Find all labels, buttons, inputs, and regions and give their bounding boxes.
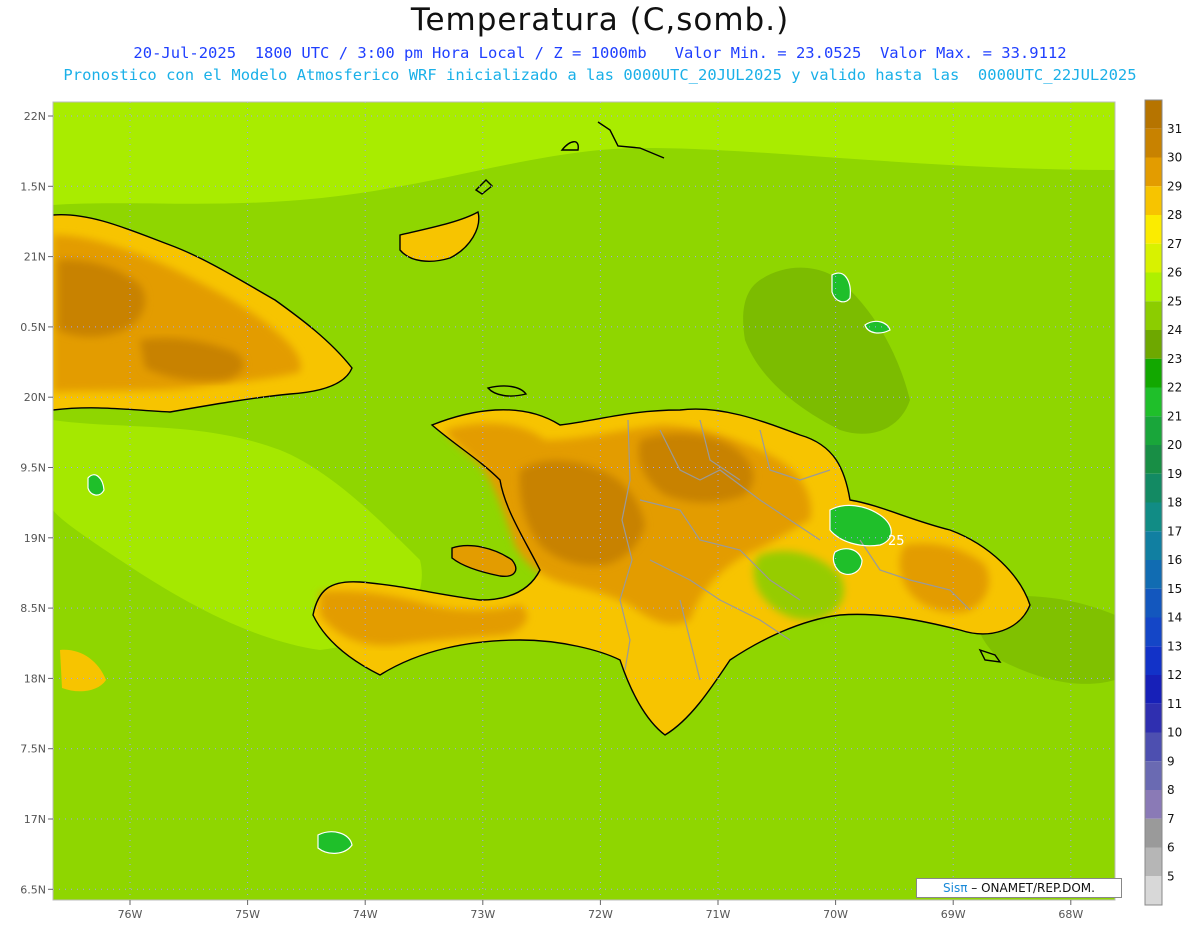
contour-label-25: 25 <box>888 534 905 549</box>
colorbar-swatch <box>1145 215 1162 244</box>
lat-tick-label: 8.5N <box>20 602 46 615</box>
colorbar-label: 25 <box>1167 294 1182 308</box>
colorbar-swatch <box>1145 876 1162 905</box>
colorbar-label: 31 <box>1167 122 1182 136</box>
colorbar-label: 18 <box>1167 496 1182 510</box>
lat-tick-label: 22N <box>24 110 46 123</box>
lat-tick-label: 0.5N <box>20 321 46 334</box>
lat-tick-label: 9.5N <box>20 462 46 475</box>
lat-tick-label: 7.5N <box>20 743 46 756</box>
colorbar-swatch <box>1145 847 1162 877</box>
lon-tick-label: 74W <box>353 908 378 921</box>
colorbar-label: 6 <box>1167 841 1175 855</box>
colorbar-swatch <box>1145 243 1162 273</box>
colorbar-swatch <box>1145 761 1162 790</box>
colorbar-swatch <box>1145 560 1162 589</box>
credit-box: Sisπ – ONAMET/REP.DOM. <box>916 878 1122 898</box>
longitude-axis: 76W 75W 74W 73W 72W 71W 70W 69W 68W <box>118 900 1083 921</box>
brand-logo: Sisπ <box>943 881 968 895</box>
colorbar-label: 16 <box>1167 553 1182 567</box>
colorbar-label: 22 <box>1167 381 1182 395</box>
colorbar-label: 21 <box>1167 409 1182 423</box>
colorbar-swatch <box>1145 502 1162 532</box>
colorbar-swatch <box>1145 675 1162 704</box>
lat-tick-label: 21N <box>24 251 46 264</box>
lat-tick-label: 20N <box>24 391 46 404</box>
colorbar-label: 27 <box>1167 237 1182 251</box>
colorbar-label: 7 <box>1167 812 1175 826</box>
colorbar-label: 12 <box>1167 668 1182 682</box>
temperature-map: 25 22N 1.5N 21N 0.5N 20N 9.5N 19N 8.5N 18N 7.5N 17… <box>20 99 1182 921</box>
colorbar-swatch <box>1145 416 1162 445</box>
colorbar-label: 8 <box>1167 783 1175 797</box>
colorbar-label: 20 <box>1167 438 1182 452</box>
colorbar-label: 15 <box>1167 582 1182 596</box>
lat-tick-label: 6.5N <box>20 883 46 896</box>
colorbar-label: 9 <box>1167 754 1175 768</box>
lon-tick-label: 72W <box>588 908 613 921</box>
colorbar-label: 24 <box>1167 323 1182 337</box>
colorbar-swatch <box>1145 790 1162 819</box>
colorbar-label: 10 <box>1167 726 1182 740</box>
colorbar-swatch <box>1145 732 1162 762</box>
lat-tick-label: 18N <box>24 672 46 685</box>
colorbar-swatch <box>1145 358 1162 388</box>
colorbar-swatch <box>1145 128 1162 158</box>
lat-tick-label: 1.5N <box>20 180 46 193</box>
colorbar-label: 28 <box>1167 208 1182 222</box>
colorbar-label: 30 <box>1167 151 1182 165</box>
lon-tick-label: 68W <box>1058 908 1083 921</box>
colorbar-label: 23 <box>1167 352 1182 366</box>
colorbar-label: 14 <box>1167 611 1182 625</box>
lat-tick-label: 17N <box>24 813 46 826</box>
lon-tick-label: 73W <box>470 908 495 921</box>
colorbar-swatch <box>1145 617 1162 647</box>
colorbar-label: 29 <box>1167 179 1182 193</box>
colorbar-swatch <box>1145 445 1162 474</box>
colorbar-swatch <box>1145 387 1162 417</box>
colorbar-swatch <box>1145 186 1162 215</box>
colorbar-swatch <box>1145 818 1162 848</box>
colorbar-swatch <box>1145 703 1162 733</box>
colorbar-swatch <box>1145 588 1162 618</box>
colorbar-label: 26 <box>1167 266 1182 280</box>
colorbar-swatch <box>1145 531 1162 560</box>
lat-tick-label: 19N <box>24 532 46 545</box>
lon-tick-label: 70W <box>823 908 848 921</box>
colorbar-label: 11 <box>1167 697 1182 711</box>
lon-tick-label: 71W <box>706 908 731 921</box>
lon-tick-label: 75W <box>235 908 260 921</box>
colorbar-label: 17 <box>1167 524 1182 538</box>
credit-org: – ONAMET/REP.DOM. <box>967 881 1095 895</box>
colorbar-swatch <box>1145 272 1162 302</box>
colorbar-swatch <box>1145 473 1162 503</box>
colorbar-swatch <box>1145 646 1162 675</box>
lon-tick-label: 69W <box>941 908 966 921</box>
colorbar-swatch <box>1145 330 1162 359</box>
colorbar-label: 19 <box>1167 467 1182 481</box>
colorbar-label: 13 <box>1167 639 1182 653</box>
colorbar-swatch <box>1145 301 1162 330</box>
lon-tick-label: 76W <box>118 908 143 921</box>
colorbar: 31 30 29 28 27 26 25 24 23 22 21 20 19 18 17 16 15 14 13 12… <box>1144 99 1182 906</box>
latitude-axis: 22N 1.5N 21N 0.5N 20N 9.5N 19N 8.5N 18N 7.5N 17N 6.… <box>20 110 53 896</box>
colorbar-swatch <box>1145 100 1162 129</box>
colorbar-label: 5 <box>1167 869 1175 883</box>
colorbar-swatch <box>1145 157 1162 187</box>
